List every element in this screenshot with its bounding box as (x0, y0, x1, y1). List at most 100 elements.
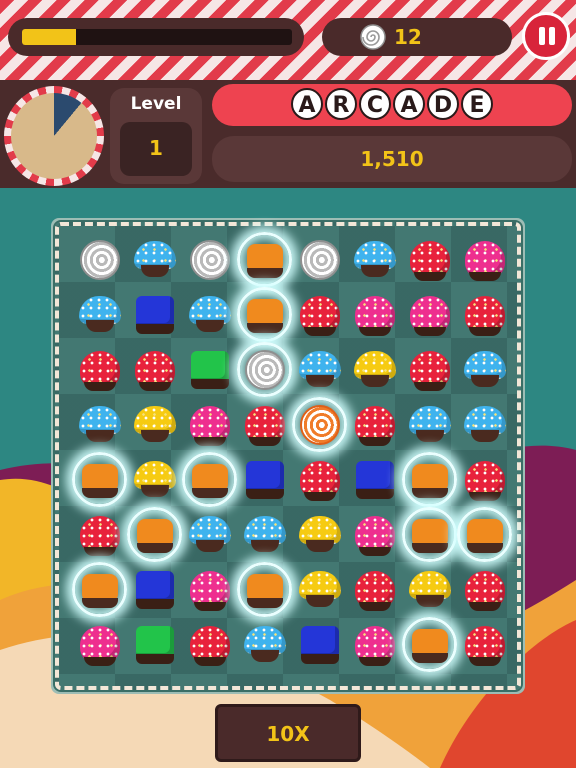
top-bar: 12 (0, 0, 576, 80)
board-cell[interactable] (182, 232, 237, 287)
progress-fill (22, 29, 76, 45)
board-cell[interactable] (182, 342, 237, 397)
mode-letter: E (461, 88, 493, 120)
board-cell[interactable] (127, 287, 182, 342)
blue-cupcake-candy (189, 296, 231, 332)
board-cell[interactable] (72, 342, 127, 397)
board-cell[interactable] (347, 287, 402, 342)
board-cell[interactable] (127, 562, 182, 617)
orange-jelly-candy (137, 519, 173, 553)
board-cell[interactable] (347, 562, 402, 617)
red-round-candy (300, 461, 340, 501)
board-cell[interactable] (237, 287, 292, 342)
pink-round-candy (190, 406, 230, 446)
blue-square-candy (356, 461, 394, 499)
red-round-candy (245, 406, 285, 446)
board-cell[interactable] (127, 397, 182, 452)
board-cell[interactable] (347, 397, 402, 452)
board-cell[interactable] (182, 562, 237, 617)
swirl-coin-icon (360, 24, 386, 50)
board-cell[interactable] (292, 562, 347, 617)
board-cell[interactable] (237, 452, 292, 507)
blue-cupcake-candy (464, 351, 506, 387)
blue-square-candy (136, 571, 174, 609)
board-cell[interactable] (347, 452, 402, 507)
orange-jelly-candy (412, 464, 448, 498)
board-cell[interactable] (347, 617, 402, 672)
board-cell[interactable] (457, 617, 512, 672)
blue-cupcake-candy (464, 406, 506, 442)
red-round-candy (410, 351, 450, 391)
board-cell[interactable] (237, 562, 292, 617)
mode-letter: C (359, 88, 391, 120)
board-cell[interactable] (237, 342, 292, 397)
board-cell[interactable] (457, 397, 512, 452)
swirl-candy (300, 240, 340, 280)
board-cell[interactable] (402, 342, 457, 397)
board-cell[interactable] (182, 507, 237, 562)
swirl-candy (80, 240, 120, 280)
board-cell[interactable] (127, 617, 182, 672)
board-cell[interactable] (402, 287, 457, 342)
blue-cupcake-candy (79, 406, 121, 442)
multiplier-box: 10X (215, 704, 361, 762)
board-cell[interactable] (237, 617, 292, 672)
board-cell[interactable] (292, 617, 347, 672)
board-cell[interactable] (402, 507, 457, 562)
blue-cupcake-candy (244, 626, 286, 662)
board-cell[interactable] (402, 397, 457, 452)
board-cell[interactable] (457, 507, 512, 562)
board-cell[interactable] (457, 287, 512, 342)
board-cell[interactable] (72, 507, 127, 562)
board-cell[interactable] (72, 452, 127, 507)
board-cell[interactable] (402, 452, 457, 507)
red-round-candy (355, 406, 395, 446)
board-cell[interactable] (402, 617, 457, 672)
board-cell[interactable] (402, 562, 457, 617)
board-cell[interactable] (292, 507, 347, 562)
level-progress-bar (8, 18, 304, 56)
board-cell[interactable] (72, 617, 127, 672)
board-cell[interactable] (402, 232, 457, 287)
orange-jelly-candy (412, 519, 448, 553)
board-cell[interactable] (72, 287, 127, 342)
board-cell[interactable] (127, 342, 182, 397)
board-cell[interactable] (292, 232, 347, 287)
yellow-cupcake-candy (134, 461, 176, 497)
board-cell[interactable] (292, 342, 347, 397)
board-cell[interactable] (237, 232, 292, 287)
board-cell[interactable] (457, 232, 512, 287)
score-box: 1,510 (212, 136, 572, 182)
board-cell[interactable] (347, 342, 402, 397)
green-square-candy (136, 626, 174, 664)
board-cell[interactable] (292, 287, 347, 342)
board-cell[interactable] (182, 452, 237, 507)
blue-cupcake-candy (299, 351, 341, 387)
board-cell[interactable] (457, 562, 512, 617)
board-cell[interactable] (72, 397, 127, 452)
board-cell[interactable] (127, 507, 182, 562)
board-cell[interactable] (127, 452, 182, 507)
board-cell[interactable] (72, 232, 127, 287)
blue-square-candy (246, 461, 284, 499)
board-cell[interactable] (237, 397, 292, 452)
board-cell[interactable] (182, 617, 237, 672)
board-cell[interactable] (457, 342, 512, 397)
board-cell[interactable] (127, 232, 182, 287)
board-cell[interactable] (457, 452, 512, 507)
board-cell[interactable] (72, 562, 127, 617)
pause-button[interactable] (522, 12, 570, 60)
board-cell[interactable] (182, 287, 237, 342)
board-cell[interactable] (237, 507, 292, 562)
orange-jelly-candy (82, 574, 118, 608)
board-cell[interactable] (292, 397, 347, 452)
board-cell[interactable] (182, 397, 237, 452)
orange-jelly-candy (192, 464, 228, 498)
board-cell[interactable] (347, 507, 402, 562)
board-cell[interactable] (347, 232, 402, 287)
green-square-candy (191, 351, 229, 389)
board-cell[interactable] (292, 452, 347, 507)
swirl-candy (245, 350, 285, 390)
progress-track (22, 29, 292, 45)
blue-square-candy (301, 626, 339, 664)
